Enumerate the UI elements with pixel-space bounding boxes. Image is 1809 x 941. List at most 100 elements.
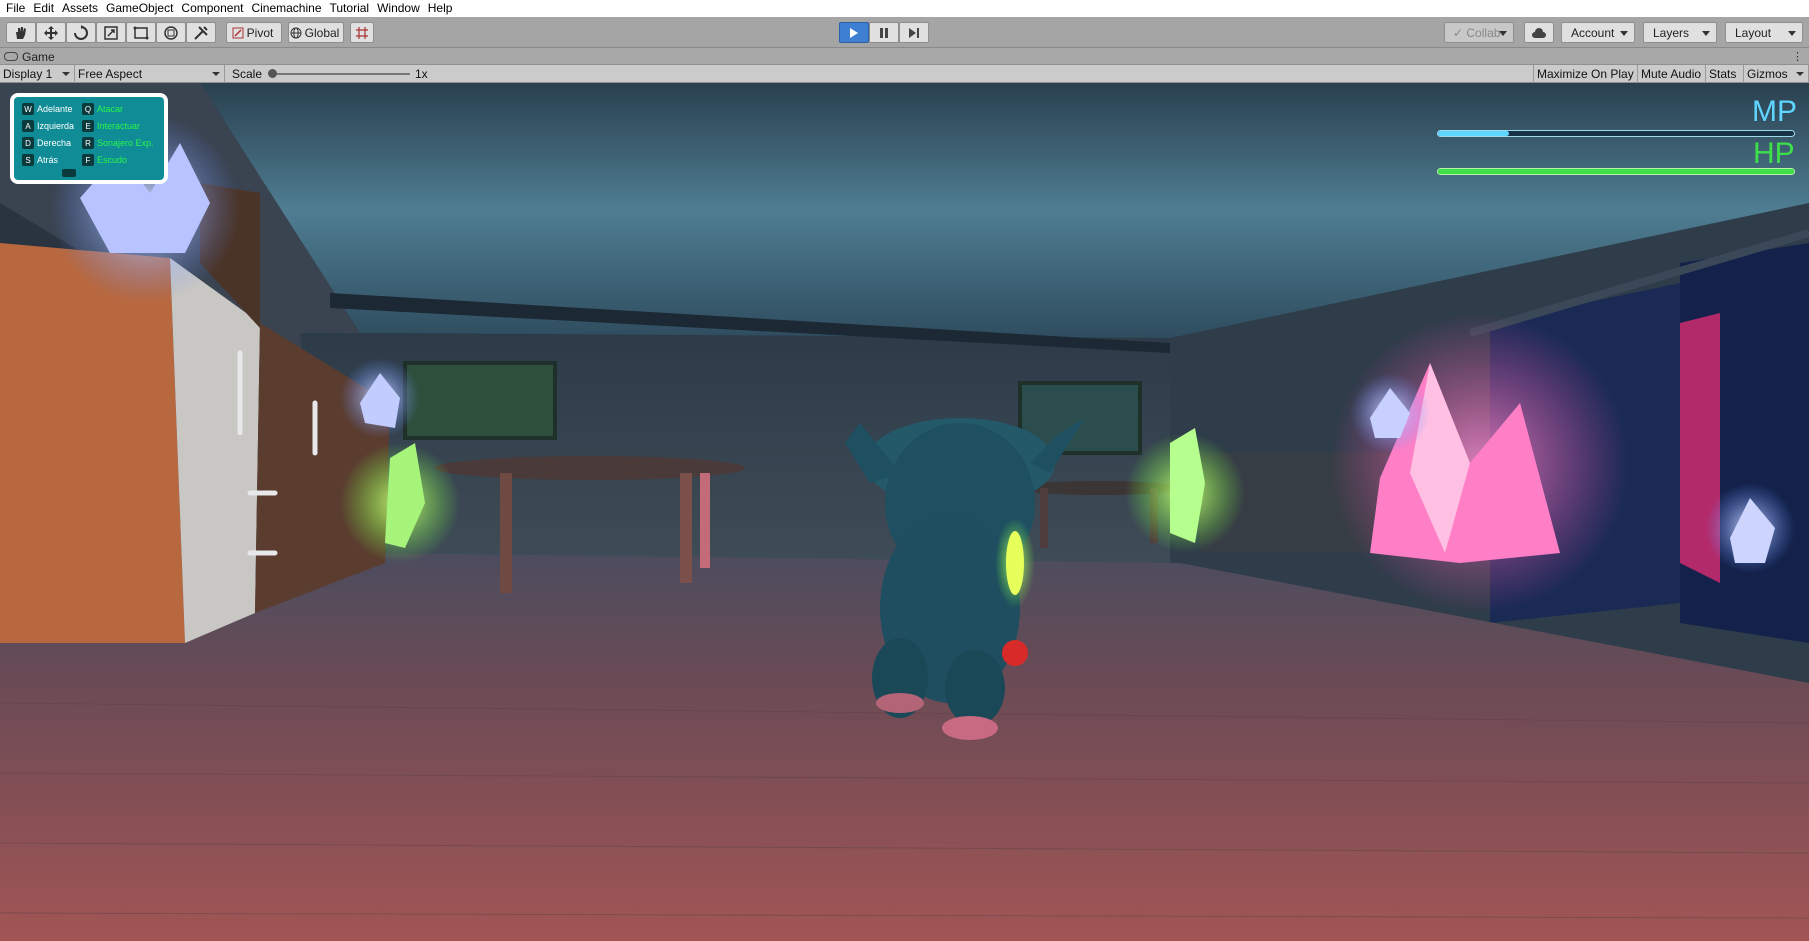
control-label: Escudo <box>97 155 128 165</box>
control-right: D Derecha <box>22 137 71 149</box>
menu-file[interactable]: File <box>4 0 31 17</box>
control-label: Atrás <box>37 155 59 165</box>
collab-text: Collab <box>1466 25 1501 40</box>
account-dropdown[interactable]: Account <box>1561 22 1635 43</box>
key-e: E <box>82 120 94 132</box>
hp-label: HP <box>1753 137 1795 170</box>
move-tool-button[interactable] <box>36 22 66 43</box>
pause-icon <box>880 27 888 38</box>
pivot-label: Pivot <box>246 25 274 40</box>
layers-label: Layers <box>1653 25 1690 40</box>
account-label: Account <box>1571 25 1615 40</box>
key-q: Q <box>82 103 94 115</box>
hand-tool-button[interactable] <box>6 22 36 43</box>
control-shield: F Escudo <box>82 154 127 166</box>
collab-dropdown[interactable]: ✓ Collab <box>1444 22 1514 43</box>
cloud-button[interactable] <box>1524 22 1554 43</box>
game-view-toolbar: Display 1 Free Aspect Scale 1x Maximize … <box>0 65 1809 83</box>
control-label: Izquierda <box>37 121 75 131</box>
menu-edit[interactable]: Edit <box>31 0 60 17</box>
control-label: Interactuar <box>97 121 141 131</box>
key-s: S <box>22 154 34 166</box>
scale-tool-button[interactable] <box>96 22 126 43</box>
control-attack: Q Atacar <box>82 103 123 115</box>
pause-button[interactable] <box>869 22 899 43</box>
control-back: S Atrás <box>22 154 58 166</box>
menu-gameobject[interactable]: GameObject <box>104 0 179 17</box>
menu-bar: File Edit Assets GameObject Component Ci… <box>0 0 1809 17</box>
game-viewport[interactable] <box>0 83 1809 941</box>
scale-value: 1x <box>415 67 428 81</box>
global-toggle[interactable]: Global <box>288 22 344 43</box>
mp-label: MP <box>1752 95 1797 128</box>
transform-tool-button[interactable] <box>156 22 186 43</box>
tab-menu-icon[interactable]: ⋮ <box>1792 50 1803 63</box>
control-label: Derecha <box>37 138 72 148</box>
transform-icon <box>164 25 178 40</box>
play-button[interactable] <box>839 22 869 43</box>
aspect-label: Free Aspect <box>78 67 143 81</box>
hp-bar-fill <box>1438 169 1794 174</box>
key-d: D <box>22 137 34 149</box>
step-icon <box>909 27 919 38</box>
mp-bar <box>1437 130 1795 137</box>
aspect-dropdown[interactable]: Free Aspect <box>75 65 225 83</box>
rect-tool-button[interactable] <box>126 22 156 43</box>
snap-toggle[interactable] <box>350 22 374 43</box>
mute-label: Mute Audio <box>1641 67 1702 81</box>
key-f: F <box>82 154 94 166</box>
control-forward: W Adelante <box>22 103 73 115</box>
menu-assets[interactable]: Assets <box>60 0 104 17</box>
menu-component[interactable]: Component <box>179 0 249 17</box>
gizmos-dropdown[interactable]: Gizmos <box>1744 65 1809 83</box>
tab-bar: Game ⋮ <box>0 48 1809 65</box>
controls-help-panel: W Adelante A Izquierda D Derecha S Atrás… <box>10 93 168 184</box>
control-rattle: R Sonajero Exp. <box>82 137 154 149</box>
scale-label: Scale <box>232 67 263 81</box>
menu-window[interactable]: Window <box>375 0 426 17</box>
layout-dropdown[interactable]: Layout <box>1725 22 1803 43</box>
tab-game-label: Game <box>22 49 55 64</box>
spacebar-key-icon <box>62 169 76 177</box>
control-interact: E Interactuar <box>82 120 140 132</box>
control-left: A Izquierda <box>22 120 74 132</box>
display-dropdown[interactable]: Display 1 <box>0 65 75 83</box>
maximize-label: Maximize On Play <box>1537 67 1634 81</box>
maximize-on-play-toggle[interactable]: Maximize On Play <box>1533 65 1638 83</box>
menu-help[interactable]: Help <box>426 0 459 17</box>
main-toolbar: Pivot Global ✓ Collab Account Layers Lay… <box>0 17 1809 48</box>
layers-dropdown[interactable]: Layers <box>1643 22 1717 43</box>
hand-icon <box>16 26 26 39</box>
pivot-toggle[interactable]: Pivot <box>226 22 282 43</box>
scale-slider-track[interactable] <box>270 73 410 75</box>
custom-tool-button[interactable] <box>186 22 216 43</box>
key-a: A <box>22 120 34 132</box>
layout-label: Layout <box>1735 25 1772 40</box>
move-icon <box>44 25 58 40</box>
display-label: Display 1 <box>3 67 53 81</box>
menu-tutorial[interactable]: Tutorial <box>328 0 376 17</box>
hp-bar <box>1437 168 1795 175</box>
control-label: Adelante <box>37 104 73 114</box>
step-button[interactable] <box>899 22 929 43</box>
key-w: W <box>22 103 34 115</box>
rect-icon <box>133 26 149 39</box>
mp-bar-fill <box>1438 131 1510 136</box>
stats-label: Stats <box>1709 67 1737 81</box>
gizmos-label: Gizmos <box>1747 67 1788 81</box>
rotate-icon <box>74 24 88 40</box>
stats-toggle[interactable]: Stats <box>1706 65 1744 83</box>
menu-cinemachine[interactable]: Cinemachine <box>249 0 327 17</box>
game-scene <box>0 83 1809 941</box>
gamepad-icon <box>4 52 18 61</box>
rotate-tool-button[interactable] <box>66 22 96 43</box>
pivot-icon <box>232 27 244 38</box>
collab-label: ✓ Collab <box>1453 25 1501 40</box>
mute-audio-toggle[interactable]: Mute Audio <box>1638 65 1706 83</box>
tools-icon <box>194 25 208 40</box>
control-label: Sonajero Exp. <box>97 138 154 148</box>
control-label: Atacar <box>97 104 124 114</box>
scale-slider-thumb[interactable] <box>268 69 277 78</box>
key-r: R <box>82 137 94 149</box>
tab-game[interactable]: Game <box>4 49 55 64</box>
